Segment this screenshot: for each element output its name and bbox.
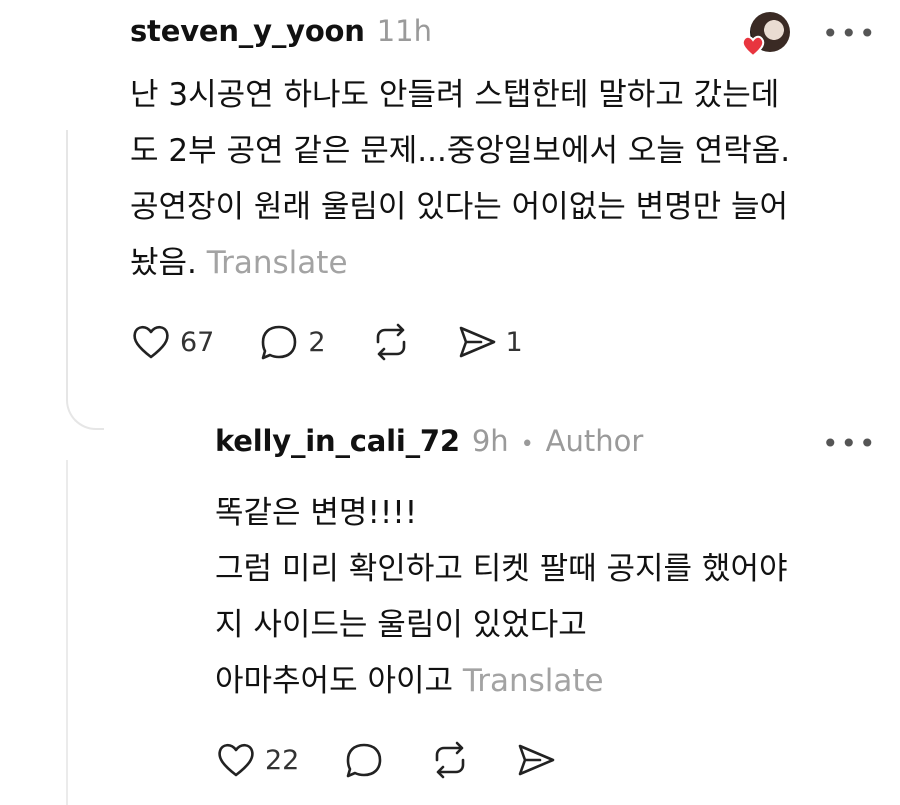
repost-icon	[436, 741, 465, 779]
heart-badge-icon	[741, 35, 765, 58]
comment-line: 난 3시공연 하나도 안들려 스탭한테 말하고 갔는데	[130, 77, 780, 113]
comment-line: 공연장이 원래 울림이 있다는 어이없는 변명만 늘어	[130, 189, 789, 225]
comment-share-button[interactable]: 1	[456, 322, 523, 362]
reply-line: 아마추어도 아이고 Translate	[215, 653, 875, 709]
reply-header: kelly_in_cali_72 9h • Author	[215, 424, 643, 458]
send-icon	[459, 326, 495, 358]
reply-actions: 22	[215, 740, 601, 780]
comment-reply-button[interactable]: 2	[258, 322, 326, 362]
comment-like-count: 67	[180, 326, 215, 358]
reply-share-button[interactable]	[515, 740, 557, 780]
comment-translate-link[interactable]: Translate	[207, 245, 348, 281]
comment-reply-count: 2	[308, 326, 326, 358]
liked-by-avatar[interactable]	[741, 12, 790, 58]
reply-line: 그럼 미리 확인하고 티켓 팔때 공지를 했어야	[215, 551, 788, 587]
reply-line: 똑같은 변명!!!!	[215, 495, 418, 531]
reply-translate-link[interactable]: Translate	[463, 663, 604, 699]
reply-line: 지 사이드는 울림이 있었다고	[215, 607, 587, 643]
thread-connector-line	[66, 130, 68, 390]
comment-line-text: 놨음.	[130, 245, 197, 281]
reply-more-options-icon[interactable]: •••	[822, 430, 878, 458]
reply-timestamp: 9h	[471, 424, 509, 458]
comment-share-count: 1	[505, 326, 523, 358]
comment-bubble-icon	[262, 325, 297, 360]
thread-connector-line-lower	[66, 460, 68, 805]
reply-like-button[interactable]: 22	[215, 740, 299, 780]
comment-bubble-icon	[347, 743, 382, 778]
heart-icon	[133, 325, 169, 359]
reply-reply-button[interactable]	[343, 740, 385, 780]
comment-header: steven_y_yoon 11h	[130, 14, 432, 48]
comment-line: 도 2부 공연 같은 문제...중앙일보에서 오늘 연락옴.	[130, 133, 791, 169]
comment-actions: 67 2 1	[130, 322, 567, 362]
reply-repost-button[interactable]	[429, 740, 471, 780]
comment-line: 놨음. Translate	[130, 235, 870, 291]
thread-connector-curve	[66, 370, 104, 430]
comment-more-options-icon[interactable]: •••	[822, 20, 878, 48]
send-icon	[519, 744, 555, 776]
author-badge: Author	[545, 424, 644, 458]
reply-like-count: 22	[265, 744, 300, 776]
reply-separator-dot: •	[520, 432, 534, 457]
reply-username[interactable]: kelly_in_cali_72	[215, 424, 460, 458]
repost-icon	[376, 323, 405, 361]
comment-body: 난 3시공연 하나도 안들려 스탭한테 말하고 갔는데 도 2부 공연 같은 문…	[130, 67, 870, 291]
comment-timestamp: 11h	[376, 14, 432, 48]
comment-username[interactable]: steven_y_yoon	[130, 14, 365, 48]
reply-body: 똑같은 변명!!!! 그럼 미리 확인하고 티켓 팔때 공지를 했어야 지 사이…	[215, 485, 875, 709]
heart-icon	[218, 743, 254, 777]
comment-repost-button[interactable]	[370, 322, 412, 362]
comment-like-button[interactable]: 67	[130, 322, 214, 362]
reply-line-text: 아마추어도 아이고	[215, 663, 454, 699]
